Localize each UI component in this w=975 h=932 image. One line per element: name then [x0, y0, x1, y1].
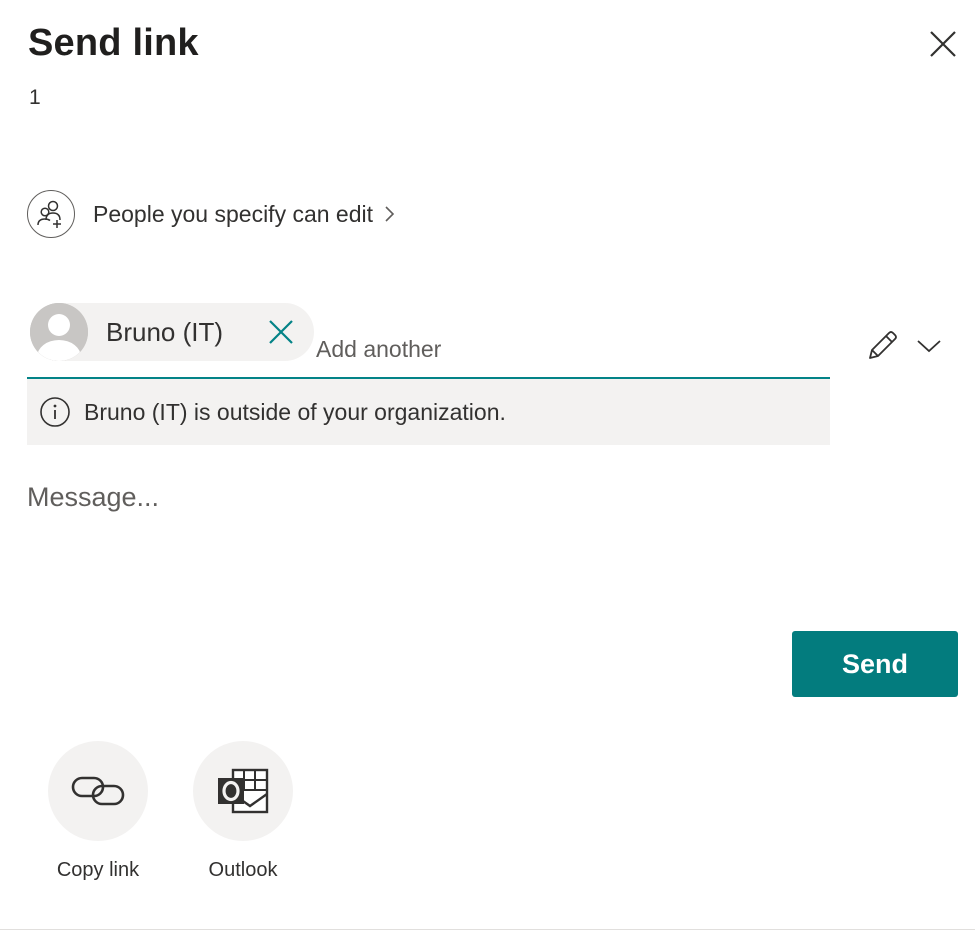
close-icon	[269, 320, 293, 344]
recipient-permission-dropdown[interactable]	[862, 326, 948, 366]
people-add-icon	[27, 190, 75, 238]
recipient-chip[interactable]: Bruno (IT)	[30, 303, 314, 361]
copy-link-circle	[48, 741, 148, 841]
outlook-icon	[218, 768, 269, 814]
link-icon	[71, 776, 125, 806]
send-link-dialog: Send link 1 People you specify can edit	[0, 0, 975, 932]
avatar	[30, 303, 88, 361]
pencil-icon	[869, 331, 897, 359]
copy-link-button[interactable]: Copy link	[43, 741, 153, 882]
bottom-divider	[0, 929, 975, 930]
outlook-circle	[193, 741, 293, 841]
chevron-down-icon	[917, 340, 941, 353]
add-recipient-input[interactable]	[316, 332, 796, 366]
message-input[interactable]	[27, 482, 927, 602]
outlook-button[interactable]: Outlook	[188, 741, 298, 882]
copy-link-label: Copy link	[56, 859, 140, 881]
info-icon	[40, 397, 70, 427]
link-permission-button[interactable]: People you specify can edit	[27, 189, 397, 239]
close-button[interactable]	[924, 25, 962, 63]
outlook-label: Outlook	[208, 859, 278, 881]
recipient-field: Bruno (IT)	[27, 302, 830, 379]
remove-recipient-button[interactable]	[267, 318, 295, 346]
close-icon	[930, 31, 956, 57]
send-button[interactable]: Send	[792, 631, 958, 697]
recipient-name: Bruno (IT)	[106, 316, 224, 347]
item-count: 1	[29, 86, 41, 109]
chevron-right-icon	[385, 206, 395, 222]
external-user-notice: Bruno (IT) is outside of your organizati…	[27, 379, 830, 445]
notice-text: Bruno (IT) is outside of your organizati…	[84, 398, 506, 425]
link-permission-label: People you specify can edit	[93, 200, 374, 227]
dialog-title: Send link	[28, 22, 199, 64]
